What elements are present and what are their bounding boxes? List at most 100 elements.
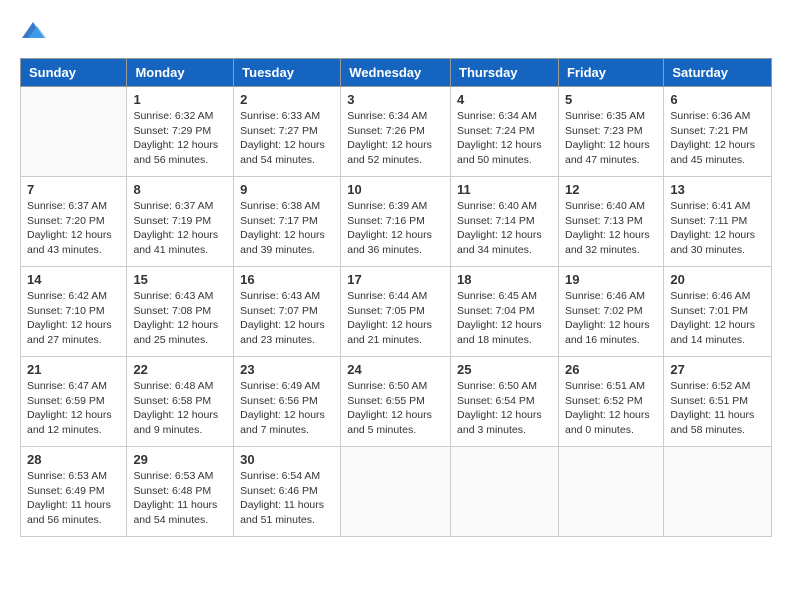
day-cell: 15 Sunrise: 6:43 AM Sunset: 7:08 PM Dayli… [127, 267, 234, 357]
day-cell: 3Sunrise: 6:34 AM Sunset: 7:26 PM Daylig… [341, 87, 451, 177]
day-cell [451, 447, 559, 537]
day-number: 21 [27, 362, 120, 377]
day-number: 7 [27, 182, 120, 197]
day-detail: Sunrise: 6:33 AM Sunset: 7:27 PM Dayligh… [240, 109, 334, 168]
column-header-friday: Friday [558, 59, 663, 87]
day-cell: 19Sunrise: 6:46 AM Sunset: 7:02 PM Dayli… [558, 267, 663, 357]
day-number: 29 [133, 452, 227, 467]
day-detail: Sunrise: 6:36 AM Sunset: 7:21 PM Dayligh… [670, 109, 765, 168]
day-detail: Sunrise: 6:38 AM Sunset: 7:17 PM Dayligh… [240, 199, 334, 258]
week-row-1: 1Sunrise: 6:32 AM Sunset: 7:29 PM Daylig… [21, 87, 772, 177]
column-header-saturday: Saturday [664, 59, 772, 87]
day-cell: 5 Sunrise: 6:35 AM Sunset: 7:23 PM Daylig… [558, 87, 663, 177]
column-header-monday: Monday [127, 59, 234, 87]
day-cell: 12 Sunrise: 6:40 AM Sunset: 7:13 PM Dayli… [558, 177, 663, 267]
day-detail: Sunrise: 6:47 AM Sunset: 6:59 PM Dayligh… [27, 379, 120, 438]
day-number: 16 [240, 272, 334, 287]
day-number: 20 [670, 272, 765, 287]
day-number: 27 [670, 362, 765, 377]
day-number: 17 [347, 272, 444, 287]
day-cell: 22 Sunrise: 6:48 AM Sunset: 6:58 PM Dayli… [127, 357, 234, 447]
day-cell: 13 Sunrise: 6:41 AM Sunset: 7:11 PM Dayli… [664, 177, 772, 267]
day-detail: Sunrise: 6:37 AM Sunset: 7:19 PM Dayligh… [133, 199, 227, 258]
day-cell: 4Sunrise: 6:34 AM Sunset: 7:24 PM Daylig… [451, 87, 559, 177]
day-cell: 23Sunrise: 6:49 AM Sunset: 6:56 PM Dayli… [234, 357, 341, 447]
day-cell: 17 Sunrise: 6:44 AM Sunset: 7:05 PM Dayli… [341, 267, 451, 357]
day-cell [21, 87, 127, 177]
calendar-header-row: SundayMondayTuesdayWednesdayThursdayFrid… [21, 59, 772, 87]
day-cell [664, 447, 772, 537]
day-cell: 25Sunrise: 6:50 AM Sunset: 6:54 PM Dayli… [451, 357, 559, 447]
day-cell: 1Sunrise: 6:32 AM Sunset: 7:29 PM Daylig… [127, 87, 234, 177]
day-number: 22 [133, 362, 227, 377]
day-number: 4 [457, 92, 552, 107]
day-detail: Sunrise: 6:34 AM Sunset: 7:26 PM Dayligh… [347, 109, 444, 168]
day-number: 28 [27, 452, 120, 467]
day-cell: 30Sunrise: 6:54 AM Sunset: 6:46 PM Dayli… [234, 447, 341, 537]
day-cell [341, 447, 451, 537]
page-header [20, 20, 772, 42]
calendar-table: SundayMondayTuesdayWednesdayThursdayFrid… [20, 58, 772, 537]
day-cell: 21 Sunrise: 6:47 AM Sunset: 6:59 PM Dayli… [21, 357, 127, 447]
week-row-3: 14 Sunrise: 6:42 AM Sunset: 7:10 PM Dayli… [21, 267, 772, 357]
day-number: 13 [670, 182, 765, 197]
day-detail: Sunrise: 6:37 AM Sunset: 7:20 PM Dayligh… [27, 199, 120, 258]
column-header-sunday: Sunday [21, 59, 127, 87]
day-detail: Sunrise: 6:44 AM Sunset: 7:05 PM Dayligh… [347, 289, 444, 348]
day-detail: Sunrise: 6:50 AM Sunset: 6:54 PM Dayligh… [457, 379, 552, 438]
day-detail: Sunrise: 6:40 AM Sunset: 7:14 PM Dayligh… [457, 199, 552, 258]
column-header-thursday: Thursday [451, 59, 559, 87]
day-cell: 18 Sunrise: 6:45 AM Sunset: 7:04 PM Dayli… [451, 267, 559, 357]
day-cell: 2 Sunrise: 6:33 AM Sunset: 7:27 PM Daylig… [234, 87, 341, 177]
day-cell [558, 447, 663, 537]
day-number: 14 [27, 272, 120, 287]
day-cell: 7 Sunrise: 6:37 AM Sunset: 7:20 PM Daylig… [21, 177, 127, 267]
day-detail: Sunrise: 6:53 AM Sunset: 6:49 PM Dayligh… [27, 469, 120, 528]
day-detail: Sunrise: 6:48 AM Sunset: 6:58 PM Dayligh… [133, 379, 227, 438]
column-header-tuesday: Tuesday [234, 59, 341, 87]
day-cell: 20 Sunrise: 6:46 AM Sunset: 7:01 PM Dayli… [664, 267, 772, 357]
column-header-wednesday: Wednesday [341, 59, 451, 87]
day-number: 30 [240, 452, 334, 467]
day-cell: 9 Sunrise: 6:38 AM Sunset: 7:17 PM Daylig… [234, 177, 341, 267]
day-cell: 11 Sunrise: 6:40 AM Sunset: 7:14 PM Dayli… [451, 177, 559, 267]
day-cell: 26 Sunrise: 6:51 AM Sunset: 6:52 PM Dayli… [558, 357, 663, 447]
day-number: 9 [240, 182, 334, 197]
day-number: 8 [133, 182, 227, 197]
day-cell: 14 Sunrise: 6:42 AM Sunset: 7:10 PM Dayli… [21, 267, 127, 357]
day-detail: Sunrise: 6:40 AM Sunset: 7:13 PM Dayligh… [565, 199, 657, 258]
day-number: 12 [565, 182, 657, 197]
day-detail: Sunrise: 6:43 AM Sunset: 7:08 PM Dayligh… [133, 289, 227, 348]
day-detail: Sunrise: 6:45 AM Sunset: 7:04 PM Dayligh… [457, 289, 552, 348]
day-detail: Sunrise: 6:43 AM Sunset: 7:07 PM Dayligh… [240, 289, 334, 348]
day-number: 26 [565, 362, 657, 377]
day-cell: 29 Sunrise: 6:53 AM Sunset: 6:48 PM Dayli… [127, 447, 234, 537]
day-detail: Sunrise: 6:35 AM Sunset: 7:23 PM Dayligh… [565, 109, 657, 168]
day-cell: 24Sunrise: 6:50 AM Sunset: 6:55 PM Dayli… [341, 357, 451, 447]
day-number: 1 [133, 92, 227, 107]
day-number: 5 [565, 92, 657, 107]
day-detail: Sunrise: 6:39 AM Sunset: 7:16 PM Dayligh… [347, 199, 444, 258]
day-detail: Sunrise: 6:53 AM Sunset: 6:48 PM Dayligh… [133, 469, 227, 528]
day-cell: 27Sunrise: 6:52 AM Sunset: 6:51 PM Dayli… [664, 357, 772, 447]
week-row-2: 7 Sunrise: 6:37 AM Sunset: 7:20 PM Daylig… [21, 177, 772, 267]
logo-icon [20, 20, 46, 42]
day-detail: Sunrise: 6:51 AM Sunset: 6:52 PM Dayligh… [565, 379, 657, 438]
day-detail: Sunrise: 6:42 AM Sunset: 7:10 PM Dayligh… [27, 289, 120, 348]
day-number: 18 [457, 272, 552, 287]
week-row-4: 21 Sunrise: 6:47 AM Sunset: 6:59 PM Dayli… [21, 357, 772, 447]
day-detail: Sunrise: 6:46 AM Sunset: 7:02 PM Dayligh… [565, 289, 657, 348]
day-number: 23 [240, 362, 334, 377]
day-number: 24 [347, 362, 444, 377]
day-detail: Sunrise: 6:46 AM Sunset: 7:01 PM Dayligh… [670, 289, 765, 348]
day-cell: 16 Sunrise: 6:43 AM Sunset: 7:07 PM Dayli… [234, 267, 341, 357]
day-number: 11 [457, 182, 552, 197]
day-number: 2 [240, 92, 334, 107]
week-row-5: 28 Sunrise: 6:53 AM Sunset: 6:49 PM Dayli… [21, 447, 772, 537]
day-cell: 8 Sunrise: 6:37 AM Sunset: 7:19 PM Daylig… [127, 177, 234, 267]
day-number: 10 [347, 182, 444, 197]
day-cell: 10 Sunrise: 6:39 AM Sunset: 7:16 PM Dayli… [341, 177, 451, 267]
day-detail: Sunrise: 6:41 AM Sunset: 7:11 PM Dayligh… [670, 199, 765, 258]
day-number: 6 [670, 92, 765, 107]
day-number: 15 [133, 272, 227, 287]
